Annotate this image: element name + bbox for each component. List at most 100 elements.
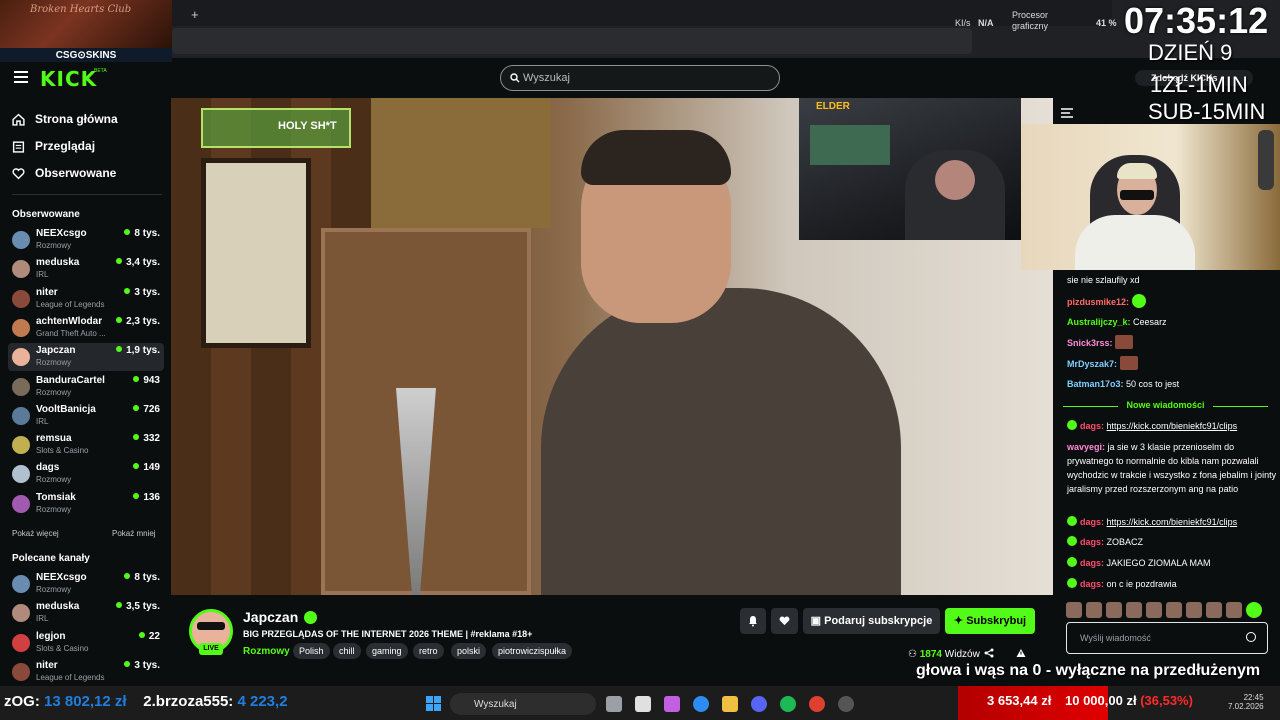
chat-text: ZOBACZ <box>1106 537 1144 547</box>
windows-start-icon[interactable] <box>426 696 441 711</box>
sidebar-divider <box>12 194 162 195</box>
chat-message: wavyegi: ja sie w 3 klasie przenioselm d… <box>1067 440 1277 496</box>
nav-home[interactable]: Strona główna <box>12 112 118 126</box>
task-view-icon[interactable] <box>606 696 622 712</box>
chat-username[interactable]: dags: <box>1080 517 1104 527</box>
new-tab-button[interactable]: + <box>191 7 199 22</box>
show-more-link[interactable]: Pokaż więcej <box>12 529 59 538</box>
spotify-icon[interactable] <box>780 696 796 712</box>
verified-badge-icon <box>304 611 317 624</box>
nav-browse[interactable]: Przeglądaj <box>12 139 95 153</box>
sidebar-channel-remsua[interactable]: remsua Slots & Casino 332 <box>8 431 164 459</box>
emote-icon[interactable] <box>1226 602 1242 618</box>
chat-message: pizdusmike12: <box>1067 294 1277 309</box>
discord-icon[interactable] <box>751 696 767 712</box>
edge-icon[interactable] <box>693 696 709 712</box>
notification-bell-button[interactable] <box>740 608 766 634</box>
sidebar-channel-meduska[interactable]: meduska IRL 3,5 tys. <box>8 599 164 627</box>
browser-address-bar[interactable] <box>172 28 972 54</box>
streamer-name[interactable]: Japczan <box>243 609 298 625</box>
sidebar-channel-niter[interactable]: niter League of Legends 3 tys. <box>8 285 164 313</box>
channel-viewers: 1,9 tys. <box>116 345 160 356</box>
donor1-value: 13 802,12 zł <box>44 693 127 710</box>
stream-tag[interactable]: chill <box>333 643 361 659</box>
channel-name: Japczan <box>36 345 76 357</box>
chat-username[interactable]: Snick3rss: <box>1067 338 1113 348</box>
channel-category: Rozmowy <box>36 585 72 594</box>
sidebar-channel-japczan[interactable]: Japczan Rozmowy 1,9 tys. <box>8 343 164 372</box>
emote-icon[interactable] <box>1246 602 1262 618</box>
report-icon[interactable] <box>1016 648 1026 658</box>
emote-quick-row[interactable] <box>1066 602 1266 618</box>
new-messages-divider[interactable]: Nowe wiadomości <box>1063 400 1268 410</box>
chat-username[interactable]: dags: <box>1080 421 1104 431</box>
channel-name: remsua <box>36 433 72 445</box>
sidebar-channel-vooltbanicja[interactable]: VooltBanicja IRL 726 <box>8 402 164 430</box>
chat-username[interactable]: pizdusmike12: <box>1067 297 1129 307</box>
top-donors: zOG: 13 802,12 zł 2.brzoza555: 4 223,2 <box>4 693 288 710</box>
chat-username[interactable]: MrDyszak7: <box>1067 359 1117 369</box>
chrome-icon[interactable] <box>809 696 825 712</box>
follow-button[interactable] <box>771 608 798 634</box>
share-icon[interactable] <box>984 648 994 658</box>
kick-logo[interactable]: KICK <box>40 67 97 91</box>
emote-icon[interactable] <box>1086 602 1102 618</box>
chat-username[interactable]: wavyegi: <box>1067 442 1105 452</box>
emoji-picker-icon[interactable] <box>1246 632 1256 642</box>
sidebar-channel-banduracartel[interactable]: BanduraCartel Rozmowy 943 <box>8 373 164 401</box>
channel-name: NEEXcsgo <box>36 228 87 239</box>
collapse-chat-icon[interactable] <box>1060 107 1074 119</box>
stream-category[interactable]: Rozmowy <box>243 646 290 657</box>
channel-avatar <box>12 604 30 623</box>
channel-category: Grand Theft Auto ... <box>36 328 106 338</box>
nav-following[interactable]: Obserwowane <box>12 166 116 180</box>
chat-text: on c ie pozdrawia <box>1106 579 1177 589</box>
emote-icon[interactable] <box>1186 602 1202 618</box>
stream-tag[interactable]: gaming <box>366 643 408 659</box>
store-icon[interactable] <box>635 696 651 712</box>
sidebar-channel-meduska[interactable]: meduska IRL 3,4 tys. <box>8 255 164 283</box>
system-clock: 22:45 7.02.2026 <box>1228 693 1264 711</box>
viewer-count-text: 943 <box>143 374 160 386</box>
sidebar-channel-legjon[interactable]: legjon Slots & Casino 22 <box>8 629 164 657</box>
chat-username[interactable]: dags: <box>1080 537 1104 547</box>
chat-message: Batman17o3: 50 cos to jest <box>1067 377 1277 391</box>
sidebar-channel-neexcsgo[interactable]: NEEXcsgo Rozmowy 8 tys. <box>8 570 164 598</box>
stream-tag[interactable]: retro <box>413 643 444 659</box>
hamburger-menu-icon[interactable] <box>14 71 28 83</box>
chat-username[interactable]: Batman17o3: <box>1067 379 1124 389</box>
stream-tag[interactable]: piotrowiczispułka <box>492 643 573 659</box>
emote-icon[interactable] <box>1166 602 1182 618</box>
chat-link[interactable]: https://kick.com/bieniekfc91/clips <box>1107 517 1238 527</box>
emote-icon[interactable] <box>1146 602 1162 618</box>
obs-icon[interactable] <box>838 696 854 712</box>
taskbar-search[interactable] <box>450 693 596 715</box>
sidebar-channel-tomsiak[interactable]: Tomsiak Rozmowy 136 <box>8 490 164 518</box>
sidebar-channel-neexcsgo[interactable]: NEEXcsgo Rozmowy 8 tys. <box>8 226 164 254</box>
emote-icon[interactable] <box>1106 602 1122 618</box>
sidebar-channel-achtenwlodar[interactable]: achtenWlodar Grand Theft Auto ... 2,3 tys. <box>8 314 164 342</box>
chat-username[interactable]: dags: <box>1080 579 1104 589</box>
sidebar-channel-dags[interactable]: dags Rozmowy 149 <box>8 460 164 488</box>
channel-category: League of Legends <box>36 299 105 309</box>
copilot-icon[interactable] <box>664 696 680 712</box>
show-less-link[interactable]: Pokaż mniej <box>112 529 156 538</box>
channel-category: League of Legends <box>36 672 105 682</box>
subscribe-button[interactable]: ✦ Subskrybuj <box>945 608 1035 634</box>
chat-message: MrDyszak7: <box>1067 356 1277 371</box>
emote-icon[interactable] <box>1206 602 1222 618</box>
file-explorer-icon[interactable] <box>722 696 738 712</box>
chat-username[interactable]: dags: <box>1080 558 1104 568</box>
viewer-count-text: 8 tys. <box>134 228 160 239</box>
emote-icon[interactable] <box>1066 602 1082 618</box>
stream-tag[interactable]: polski <box>451 643 487 659</box>
chat-username[interactable]: Australijczy_k: <box>1067 317 1131 327</box>
stream-tag[interactable]: Polish <box>293 643 330 659</box>
channel-avatar <box>12 348 30 367</box>
sidebar-channel-niter[interactable]: niter League of Legends 3 tys. <box>8 658 164 686</box>
chat-link[interactable]: https://kick.com/bieniekfc91/clips <box>1107 421 1238 431</box>
viewer-count-text: 726 <box>143 403 160 415</box>
gift-subscription-button[interactable]: ▣ Podaruj subskrypcje <box>803 608 940 634</box>
emote-icon[interactable] <box>1126 602 1142 618</box>
stream-title: BIG PRZEGLĄDAS OF THE INTERNET 2026 THEM… <box>243 629 533 639</box>
